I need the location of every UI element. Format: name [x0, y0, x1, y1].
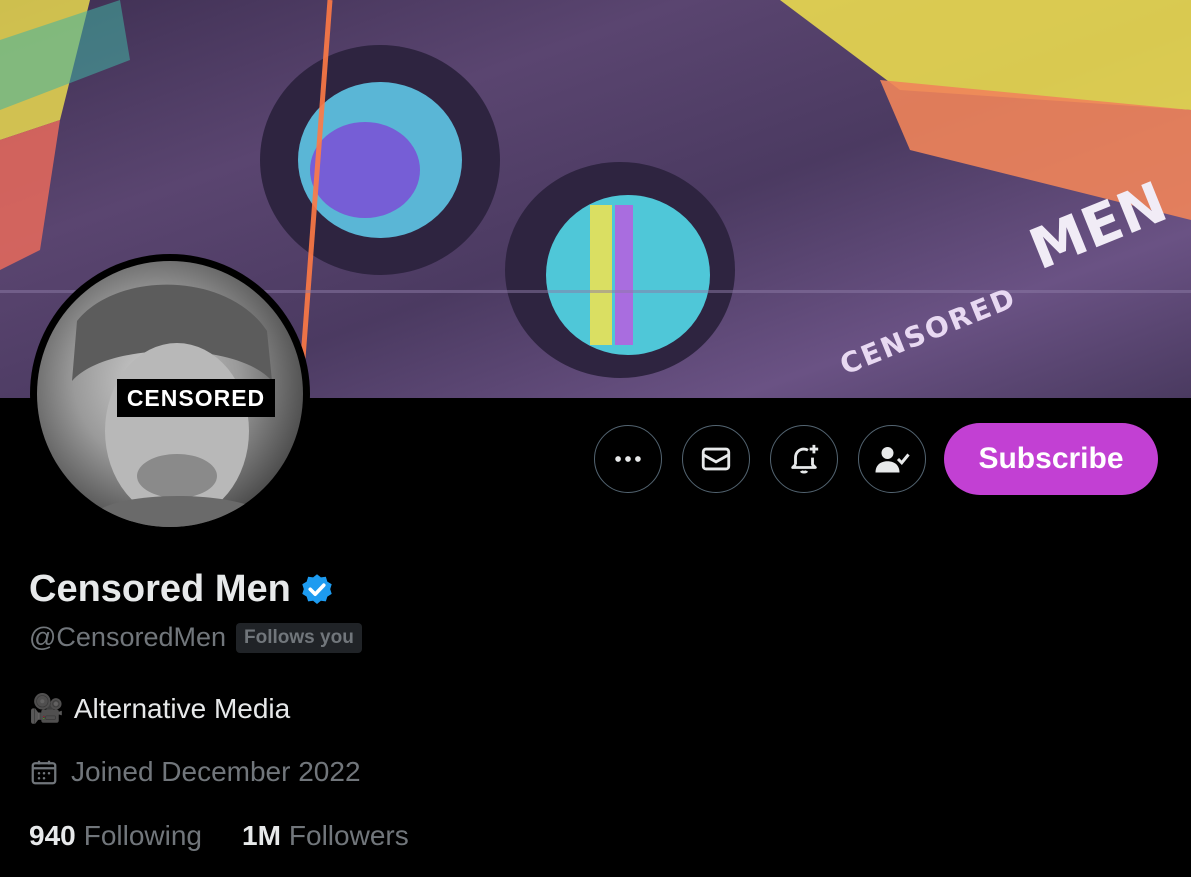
- person-check-icon: [875, 447, 910, 473]
- profile-name: Censored Men: [29, 568, 291, 610]
- message-button[interactable]: [682, 425, 750, 493]
- followers-label: Followers: [288, 820, 409, 851]
- avatar-image: CENSORED: [37, 261, 303, 527]
- profile-stats: 940 Following 1M Followers: [29, 820, 449, 852]
- more-horizontal-icon: [615, 456, 641, 462]
- calendar-icon: [31, 760, 57, 785]
- followers-link[interactable]: 1M Followers: [242, 820, 409, 852]
- envelope-icon: [701, 447, 731, 471]
- movie-camera-icon: 🎥: [29, 693, 64, 724]
- following-label: Following: [83, 820, 202, 851]
- profile-handle-row: @CensoredMen Follows you: [29, 622, 362, 653]
- notify-button[interactable]: [770, 425, 838, 493]
- profile-bio: 🎥 Alternative Media: [29, 692, 290, 725]
- profile-joined: Joined December 2022: [29, 756, 361, 788]
- bell-plus-icon: [791, 444, 819, 474]
- following-button[interactable]: [858, 425, 926, 493]
- avatar-censor-bar: CENSORED: [117, 379, 275, 417]
- following-link[interactable]: 940 Following: [29, 820, 202, 852]
- follows-you-badge: Follows you: [236, 622, 362, 653]
- profile-avatar[interactable]: CENSORED: [30, 254, 310, 534]
- more-button[interactable]: [594, 425, 662, 493]
- banner-censored-text: CENSORED: [835, 281, 1021, 382]
- following-count: 940: [29, 820, 76, 851]
- profile-actions: Subscribe: [594, 423, 1158, 495]
- profile-handle: @CensoredMen: [29, 622, 227, 652]
- subscribe-button[interactable]: Subscribe: [944, 423, 1158, 495]
- joined-text: Joined December 2022: [71, 756, 361, 787]
- followers-count: 1M: [242, 820, 281, 851]
- bio-text: Alternative Media: [73, 692, 291, 724]
- profile-name-row: Censored Men: [29, 568, 335, 611]
- verified-badge-icon[interactable]: [299, 572, 335, 608]
